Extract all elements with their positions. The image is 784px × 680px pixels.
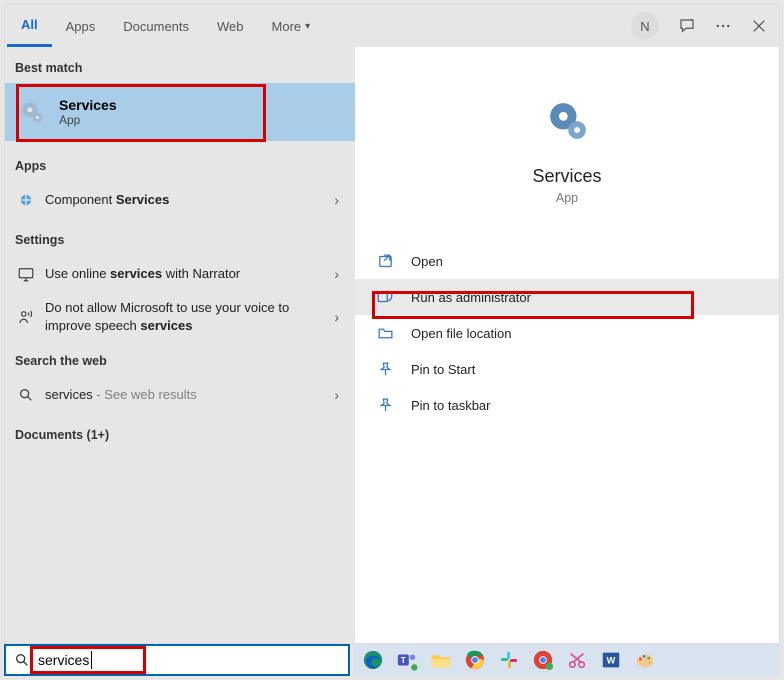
avatar-initial: N [640,19,649,34]
open-icon [373,249,397,273]
best-match-title: Services [59,97,117,113]
svg-text:T: T [401,656,406,665]
speech-icon [15,306,37,328]
result-label: services - See web results [37,386,334,404]
section-apps: Apps [5,141,355,181]
action-label: Run as administrator [411,290,531,305]
results-list: Best match Services App Apps Component S… [5,47,355,643]
tab-label: More [272,19,302,34]
windows-search-panel: All Apps Documents Web More▾ N Best matc… [4,4,780,644]
section-best-match: Best match [5,47,355,83]
tab-more[interactable]: More▾ [258,5,325,47]
gear-icon [543,96,591,144]
action-label: Pin to Start [411,362,475,377]
monitor-icon [15,263,37,285]
result-label: Do not allow Microsoft to use your voice… [37,299,334,334]
section-documents: Documents (1+) [5,414,355,450]
taskbar-snip-icon[interactable] [564,647,590,673]
search-icon [6,652,38,668]
best-match-item[interactable]: Services App [5,83,355,141]
action-open[interactable]: Open [355,243,779,279]
section-search-web: Search the web [5,340,355,376]
result-speech-services[interactable]: Do not allow Microsoft to use your voice… [5,293,355,340]
best-match-subtitle: App [59,113,117,127]
result-narrator-services[interactable]: Use online services with Narrator › [5,255,355,293]
tab-label: Documents [123,19,189,34]
action-label: Open [411,254,443,269]
preview-actions: Open Run as administrator Open file loca… [355,243,779,423]
pin-icon [373,393,397,417]
tab-label: All [21,17,38,32]
taskbar-teams-icon[interactable]: T [394,647,420,673]
pin-icon [373,357,397,381]
taskbar-word-icon[interactable]: W [598,647,624,673]
preview-title: Services [532,166,601,187]
taskbar-edge-icon[interactable] [360,647,386,673]
taskbar-chrome-icon[interactable] [462,647,488,673]
taskbar-paint-icon[interactable] [632,647,658,673]
component-services-icon [15,189,37,211]
action-label: Open file location [411,326,511,341]
action-open-file-location[interactable]: Open file location [355,315,779,351]
taskbar-explorer-icon[interactable] [428,647,454,673]
search-scope-tabs: All Apps Documents Web More▾ N [5,5,779,47]
preview-pane: Services App Open Run as administrator [355,47,779,643]
tab-all[interactable]: All [7,5,52,47]
tab-label: Web [217,19,244,34]
taskbar-slack-icon[interactable] [496,647,522,673]
best-match-text: Services App [59,97,117,127]
action-run-as-admin[interactable]: Run as administrator [355,279,779,315]
svg-text:W: W [607,656,616,666]
preview-hero: Services App [355,71,779,205]
result-web-search[interactable]: services - See web results › [5,376,355,414]
taskbar-chrome2-icon[interactable] [530,647,556,673]
tab-web[interactable]: Web [203,5,258,47]
chevron-right-icon: › [334,266,345,282]
search-box[interactable]: services [4,644,350,676]
user-avatar[interactable]: N [631,12,659,40]
result-label: Component Services [37,191,334,209]
search-icon [15,384,37,406]
section-settings: Settings [5,219,355,255]
tab-label: Apps [66,19,96,34]
preview-subtitle: App [556,191,578,205]
action-pin-to-taskbar[interactable]: Pin to taskbar [355,387,779,423]
shield-icon [373,285,397,309]
result-component-services[interactable]: Component Services › [5,181,355,219]
folder-icon [373,321,397,345]
gear-icon [17,97,47,127]
result-label: Use online services with Narrator [37,265,334,283]
chevron-down-icon: ▾ [305,21,310,32]
tab-documents[interactable]: Documents [109,5,203,47]
chevron-right-icon: › [334,387,345,403]
tab-apps[interactable]: Apps [52,5,110,47]
chevron-right-icon: › [334,192,345,208]
close-icon[interactable] [741,8,777,44]
taskbar: T W [354,644,780,676]
action-pin-to-start[interactable]: Pin to Start [355,351,779,387]
search-input[interactable] [92,652,348,668]
search-input-value: services [38,652,89,668]
feedback-icon[interactable] [669,8,705,44]
chevron-right-icon: › [334,309,345,325]
action-label: Pin to taskbar [411,398,491,413]
more-options-icon[interactable] [705,8,741,44]
